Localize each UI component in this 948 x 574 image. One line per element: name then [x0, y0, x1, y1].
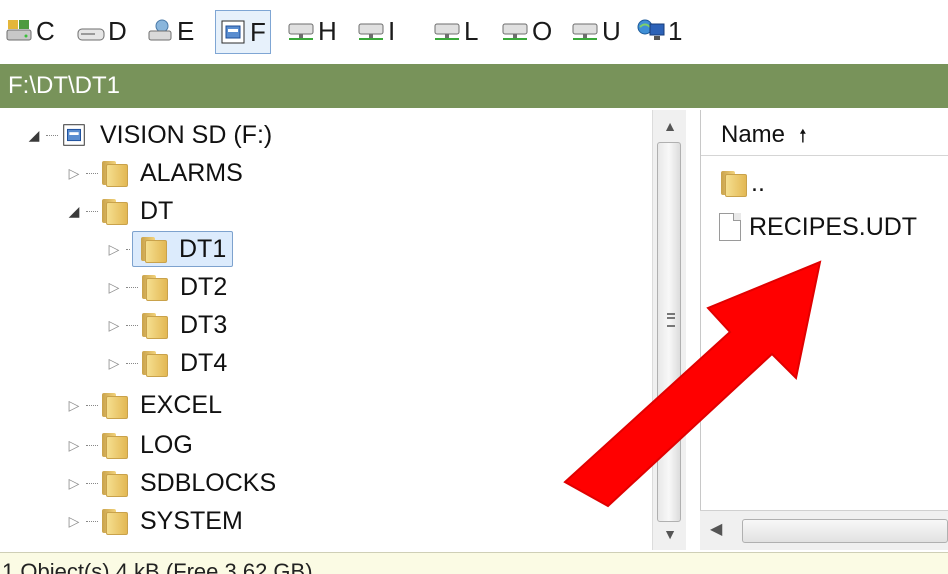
expand-icon[interactable]: ▷	[64, 513, 84, 530]
tree-root-label: VISION SD (F:)	[100, 120, 273, 149]
folder-tree: ◢ VISION SD (F:) ▷ ALARMS ◢ DT ▷ DT1 ▷ D…	[0, 110, 686, 550]
expand-icon[interactable]: ▷	[104, 241, 124, 258]
expand-icon[interactable]: ▷	[64, 437, 84, 454]
expand-icon[interactable]: ▷	[104, 279, 124, 296]
status-bar: 1 Object(s) 4 kB (Free 3.62 GB)	[0, 552, 948, 574]
expand-icon[interactable]: ▷	[64, 475, 84, 492]
drive-button-f[interactable]: F	[215, 10, 271, 54]
folder-icon	[100, 393, 128, 419]
folder-icon	[140, 275, 168, 301]
folder-icon	[100, 199, 128, 225]
drive-button-d[interactable]: D	[76, 10, 127, 52]
tree-item-label: DT1	[179, 234, 227, 263]
tree-item-label: DT2	[180, 272, 228, 301]
drive-label: I	[388, 15, 396, 46]
tree-item-label: DT3	[180, 310, 228, 339]
folder-icon	[140, 351, 168, 377]
tree-item-log[interactable]: ▷ LOG	[64, 426, 193, 464]
sd-card-drive-icon	[218, 19, 248, 45]
column-header-label: Name	[721, 121, 786, 148]
tree-item-label: SYSTEM	[140, 506, 243, 535]
drive-label: F	[250, 16, 266, 47]
scroll-down-icon[interactable]: ▼	[653, 520, 687, 548]
drive-label: 1	[668, 15, 683, 46]
tree-item-sdblocks[interactable]: ▷ SDBLOCKS	[64, 464, 276, 502]
tree-vertical-scrollbar[interactable]: ▲ ▼	[652, 110, 686, 550]
tree-item-label: LOG	[140, 430, 193, 459]
list-item-parent[interactable]: ..	[719, 166, 765, 200]
scroll-thumb[interactable]	[657, 142, 681, 522]
network-drive-icon	[500, 18, 530, 44]
sd-card-drive-icon	[60, 122, 88, 148]
network-drive-icon	[286, 18, 316, 44]
drive-label: E	[177, 15, 195, 46]
scroll-up-icon[interactable]: ▲	[653, 112, 687, 140]
sort-ascending-icon: 🠕	[799, 126, 807, 146]
network-drive-icon	[356, 18, 386, 44]
tree-item-label: SDBLOCKS	[140, 468, 277, 497]
tree-item-dt1[interactable]: ▷ DT1	[104, 230, 234, 268]
network-drive-icon	[145, 18, 175, 44]
system-drive-icon	[4, 18, 34, 44]
tree-item-dt[interactable]: ◢ DT	[64, 192, 173, 230]
path-bar: F:\DT\DT1	[0, 64, 948, 108]
tree-item-label: DT4	[180, 348, 228, 377]
folder-icon	[100, 433, 128, 459]
expand-icon[interactable]: ▷	[104, 355, 124, 372]
folder-icon	[139, 237, 167, 263]
drive-button-h[interactable]: H	[286, 10, 337, 52]
drive-label: C	[36, 15, 55, 46]
list-item-file[interactable]: RECIPES.UDT	[719, 210, 917, 244]
drive-button-o[interactable]: O	[500, 10, 552, 52]
drive-button-1[interactable]: 1	[636, 10, 682, 52]
drive-label: U	[602, 15, 621, 46]
network-drive-icon	[570, 18, 600, 44]
drive-button-c[interactable]: C	[4, 10, 55, 52]
scroll-thumb[interactable]	[742, 519, 948, 543]
grip-icon	[667, 313, 675, 327]
column-header-name[interactable]: Name 🠕	[701, 110, 948, 156]
collapse-icon[interactable]: ◢	[64, 203, 84, 220]
file-icon	[719, 213, 741, 241]
folder-icon	[100, 509, 128, 535]
list-horizontal-scrollbar[interactable]: ◀	[700, 510, 948, 550]
tree-item-dt2[interactable]: ▷ DT2	[104, 268, 227, 306]
folder-icon	[719, 171, 747, 197]
tree-item-system[interactable]: ▷ SYSTEM	[64, 502, 243, 540]
drive-label: H	[318, 15, 337, 46]
expand-icon[interactable]: ▷	[64, 397, 84, 414]
tree-item-label: DT	[140, 196, 174, 225]
folder-icon	[100, 471, 128, 497]
tree-root[interactable]: ◢ VISION SD (F:)	[24, 116, 273, 154]
expand-icon[interactable]: ▷	[104, 317, 124, 334]
tree-item-dt3[interactable]: ▷ DT3	[104, 306, 227, 344]
drive-button-u[interactable]: U	[570, 10, 621, 52]
folder-icon	[140, 313, 168, 339]
tree-item-label: EXCEL	[140, 390, 222, 419]
drive-button-l[interactable]: L	[432, 10, 478, 52]
tree-item-alarms[interactable]: ▷ ALARMS	[64, 154, 243, 192]
list-item-label: RECIPES.UDT	[749, 212, 918, 241]
file-list: Name 🠕 .. RECIPES.UDT	[700, 110, 948, 550]
drive-button-e[interactable]: E	[145, 10, 194, 52]
tree-item-excel[interactable]: ▷ EXCEL	[64, 386, 222, 424]
tree-item-dt4[interactable]: ▷ DT4	[104, 344, 227, 382]
drive-label: O	[532, 15, 553, 46]
folder-icon	[100, 161, 128, 187]
scroll-left-icon[interactable]: ◀	[710, 519, 722, 539]
network-drive-icon	[432, 18, 462, 44]
list-item-label: ..	[751, 168, 765, 197]
drive-button-i[interactable]: I	[356, 10, 395, 52]
selected-item[interactable]: DT1	[132, 231, 234, 267]
drive-toolbar: C D E F H I L O U 1	[0, 0, 948, 64]
tree-item-label: ALARMS	[140, 158, 243, 187]
hard-drive-icon	[76, 18, 106, 44]
network-computer-icon	[636, 18, 666, 44]
drive-label: D	[108, 15, 127, 46]
expand-icon[interactable]: ▷	[64, 165, 84, 182]
collapse-icon[interactable]: ◢	[24, 127, 44, 144]
drive-label: L	[464, 15, 479, 46]
